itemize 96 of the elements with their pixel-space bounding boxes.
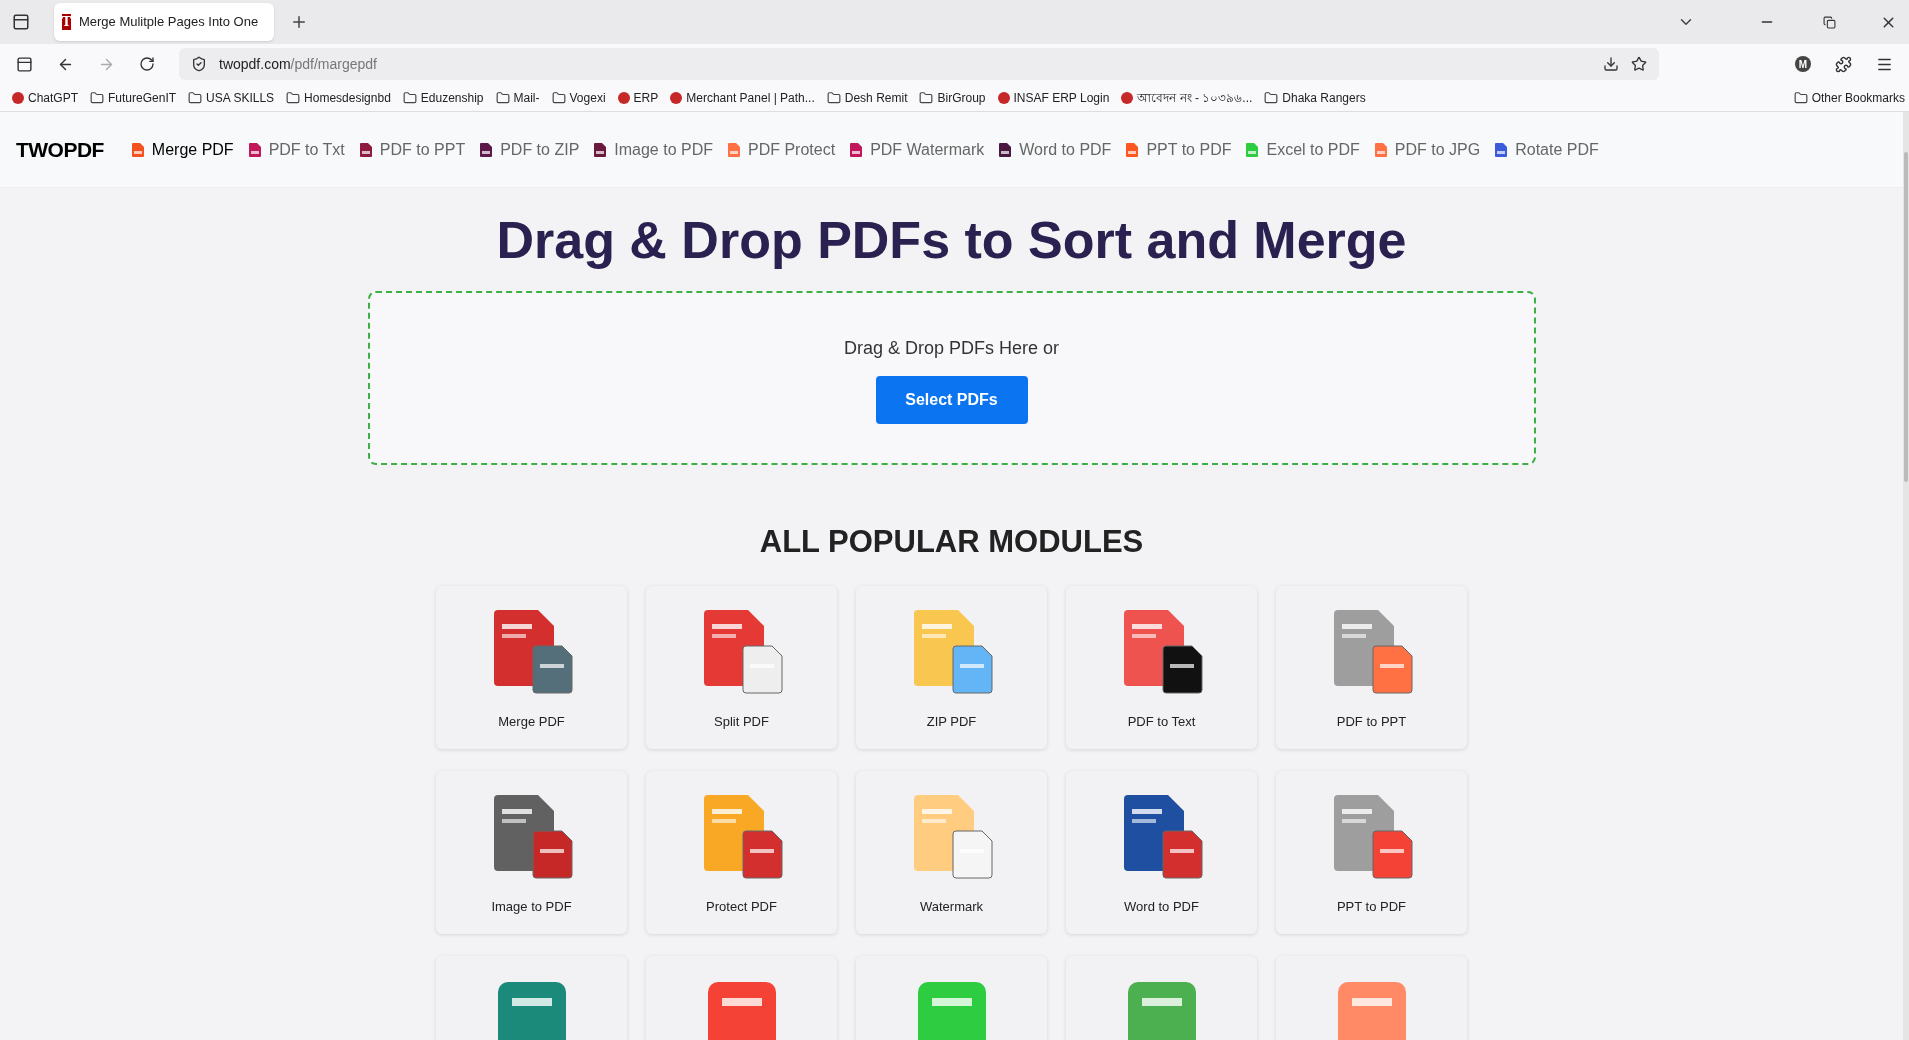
module-card[interactable]: Split PDF [646,585,837,749]
browser-tab[interactable]: T Merge Mulitple Pages Into One [54,3,274,41]
bookmark-item[interactable]: Desh Remit [826,88,908,107]
pdf-file-icon [480,142,493,157]
site-icon [617,91,630,104]
nav-link[interactable]: Word to PDF [999,137,1112,162]
folder-icon [551,90,566,105]
module-card[interactable]: PDF to PPT [1276,585,1467,749]
module-label: PPT to PDF [1336,897,1407,916]
pdf-file-icon [359,142,372,157]
nav-link[interactable]: PDF to ZIP [480,137,580,162]
shield-icon[interactable] [191,56,207,72]
bookmark-item[interactable]: FutureGenIT [90,88,177,107]
pdf-file-icon [1374,142,1387,157]
folder-icon [402,90,417,105]
module-card[interactable]: PDF to Text [1066,585,1257,749]
module-label: Watermark [919,897,984,916]
module-label: Split PDF [714,712,769,731]
nav-link[interactable]: PDF Protect [728,137,836,162]
pdf-file-icon [1126,142,1139,157]
bookmark-item[interactable]: Eduzenship [402,88,484,107]
folder-icon [919,90,934,105]
module-card[interactable]: Watermark [856,770,1047,934]
extensions-icon[interactable] [1835,55,1852,73]
folder-icon [286,90,301,105]
url-text: twopdf.com/pdf/margepdf [219,54,377,74]
reload-icon[interactable] [139,56,155,72]
module-label: Protect PDF [706,897,777,916]
tab-title: Merge Mulitple Pages Into One [78,13,259,32]
folder-icon [1793,90,1808,105]
nav-link[interactable]: Image to PDF [594,137,713,162]
nav-link[interactable]: PDF to PPT [359,137,466,162]
sidebar-icon[interactable] [16,55,33,73]
pdf-file-icon [850,142,863,157]
bookmark-item[interactable]: আবেদন নং - ১০৩৯৬... [1121,88,1253,107]
site-icon [997,91,1010,104]
folder-icon [90,90,104,105]
address-bar[interactable]: twopdf.com/pdf/margepdf [179,48,1659,80]
site-logo[interactable]: TWOPDF [16,133,104,166]
pdf-file-icon [999,142,1012,157]
module-card[interactable]: Word to PDF [1066,770,1257,934]
pdf-file-icon [1495,142,1508,157]
site-favicon: T [62,14,71,30]
site-icon [1121,91,1134,104]
nav-link[interactable]: PDF to JPG [1374,137,1481,162]
module-card[interactable]: ZIP PDF [856,585,1047,749]
bookmark-item[interactable]: Homesdesignbd [286,88,391,107]
site-icon [12,91,24,104]
tab-list-icon[interactable] [12,13,30,31]
new-tab-icon[interactable] [290,13,308,31]
bookmark-item[interactable]: INSAF ERP Login [997,88,1110,107]
section-heading: ALL POPULAR MODULES [759,523,1144,561]
folder-icon [1264,90,1279,105]
site-icon [670,91,683,104]
module-card[interactable]: Merge PDF [436,585,627,749]
bookmark-item[interactable]: ERP [617,88,659,107]
bookmark-item[interactable]: Merchant Panel | Path... [670,88,815,107]
drop-hint: Drag & Drop PDFs Here or [843,337,1060,360]
pdf-file-icon [131,142,144,157]
folder-icon [495,90,510,105]
module-label: ZIP PDF [926,712,977,731]
nav-link[interactable]: Merge PDF [131,137,234,162]
pdf-file-icon [1246,142,1259,157]
folder-icon [826,90,841,105]
nav-link[interactable]: PDF Watermark [850,137,985,162]
module-label: PDF to PPT [1336,712,1407,731]
module-card[interactable]: PPT to PDF [1276,770,1467,934]
bookmark-item[interactable]: Vogexi [551,88,606,107]
pdf-file-icon [248,142,261,157]
nav-link[interactable]: Excel to PDF [1246,137,1360,162]
profile-avatar[interactable]: M [1795,56,1811,72]
download-icon[interactable] [1603,56,1619,72]
nav-link[interactable]: PDF to Txt [248,137,345,162]
module-label: PDF to Text [1127,712,1196,731]
page-heading: Drag & Drop PDFs to Sort and Merge [496,210,1407,271]
bookmark-item[interactable]: Other Bookmarks [1793,88,1905,107]
bookmark-item[interactable]: USA SKILLS [188,88,275,107]
nav-link[interactable]: Rotate PDF [1495,137,1599,162]
bookmark-item[interactable]: ChatGPT [12,88,78,107]
module-label: Merge PDF [498,712,565,731]
bookmark-item[interactable]: Mail- [495,88,540,107]
restore-icon[interactable] [1823,15,1836,29]
bookmark-item[interactable]: BirGroup [919,88,986,107]
bookmark-item[interactable]: Dhaka Rangers [1264,88,1366,107]
module-label: Word to PDF [1124,897,1199,916]
pdf-file-icon [728,142,740,157]
module-label: Image to PDF [491,897,572,916]
bookmark-star-icon[interactable] [1631,56,1647,72]
scrollbar[interactable] [1903,112,1909,1040]
nav-link[interactable]: PPT to PDF [1126,137,1232,162]
module-card[interactable]: Protect PDF [646,770,837,934]
folder-icon [188,90,203,105]
pdf-file-icon [594,142,607,157]
module-card[interactable]: Image to PDF [436,770,627,934]
select-pdfs-button[interactable]: Select PDFs [875,376,1028,424]
drop-zone[interactable]: Drag & Drop PDFs Here or Select PDFs [367,291,1536,465]
